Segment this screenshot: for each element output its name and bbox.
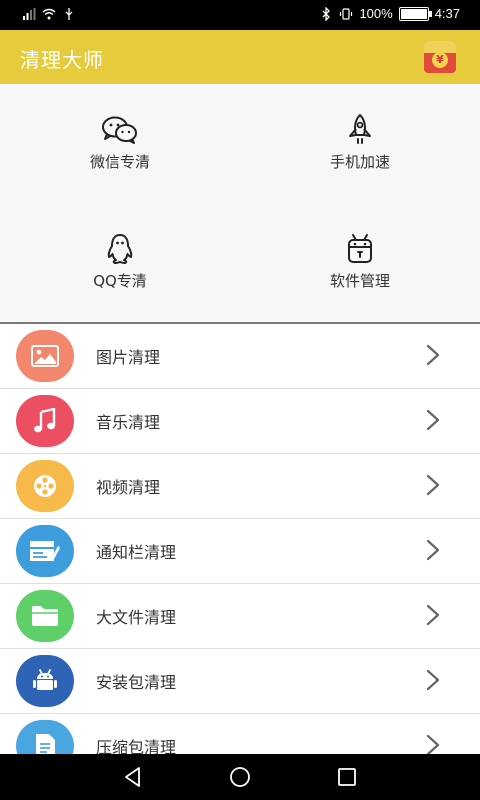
list-item-label: 通知栏清理 (96, 543, 177, 562)
red-packet-button[interactable]: ¥ (424, 41, 456, 73)
app-title: 清理大师 (20, 48, 104, 72)
chevron-right-icon (426, 474, 440, 496)
status-bar: 100% 4:37 (0, 0, 480, 30)
list-item-images[interactable]: 图片清理 (0, 324, 480, 389)
music-icon (16, 395, 74, 447)
chevron-right-icon (426, 734, 440, 754)
grid-item-qq[interactable]: QQ专清 (0, 203, 240, 322)
list-item-notification[interactable]: 通知栏清理 (0, 519, 480, 584)
notification-bar-icon (16, 525, 74, 577)
qq-penguin-icon (100, 231, 140, 267)
grid-item-label: 手机加速 (329, 153, 390, 171)
chevron-right-icon (426, 604, 440, 626)
bluetooth-icon (322, 6, 331, 21)
list-item-label: 音乐清理 (96, 413, 161, 432)
list-item-label: 大文件清理 (96, 608, 177, 627)
phone-screen: 100% 4:37 清理大师 ¥ 微信专清 手机加速 QQ专清 软件管理 图片清… (0, 0, 480, 800)
list-item-label: 图片清理 (96, 348, 161, 367)
battery-icon (398, 6, 432, 21)
chevron-right-icon (426, 539, 440, 561)
chevron-right-icon (426, 669, 440, 691)
chevron-right-icon (426, 409, 440, 431)
home-icon[interactable] (227, 764, 253, 790)
grid-item-boost[interactable]: 手机加速 (240, 84, 480, 203)
grid-item-apps[interactable]: 软件管理 (240, 203, 480, 322)
status-right-icons: 100% 4:37 (319, 6, 460, 21)
android-icon (16, 655, 74, 707)
grid-item-wechat[interactable]: 微信专清 (0, 84, 240, 203)
back-icon[interactable] (120, 764, 146, 790)
film-reel-icon (16, 460, 74, 512)
coin-icon: ¥ (432, 52, 448, 68)
list-item-label: 安装包清理 (96, 673, 177, 692)
list-item-video[interactable]: 视频清理 (0, 454, 480, 519)
list-item-apk[interactable]: 安装包清理 (0, 649, 480, 714)
vibrate-icon (340, 7, 353, 20)
battery-percent: 100% (359, 6, 393, 21)
signal-icon (23, 8, 36, 20)
app-header: 清理大师 ¥ (0, 30, 480, 84)
grid-item-label: QQ专清 (93, 272, 147, 290)
system-nav-bar (0, 754, 480, 800)
clean-list: 图片清理 音乐清理 视频清理 通知栏清理 大文件清理 安装包清理 压缩包清理 (0, 324, 480, 754)
usb-icon (65, 8, 73, 20)
list-item-music[interactable]: 音乐清理 (0, 389, 480, 454)
feature-grid: 微信专清 手机加速 QQ专清 软件管理 (0, 84, 480, 322)
list-item-label: 视频清理 (96, 478, 161, 497)
grid-item-label: 微信专清 (89, 153, 150, 171)
status-time: 4:37 (434, 6, 460, 21)
list-item-archive[interactable]: 压缩包清理 (0, 714, 480, 754)
image-icon (16, 330, 74, 382)
android-robot-icon (340, 231, 380, 267)
wifi-icon (42, 8, 56, 20)
wechat-icon (100, 112, 140, 148)
folder-icon (16, 590, 74, 642)
list-item-large-files[interactable]: 大文件清理 (0, 584, 480, 649)
rocket-icon (340, 112, 380, 148)
grid-item-label: 软件管理 (329, 272, 390, 290)
recent-apps-icon[interactable] (334, 764, 360, 790)
chevron-right-icon (426, 344, 440, 366)
archive-icon (16, 720, 74, 754)
list-item-label: 压缩包清理 (96, 738, 177, 754)
status-left-icons (22, 7, 76, 21)
